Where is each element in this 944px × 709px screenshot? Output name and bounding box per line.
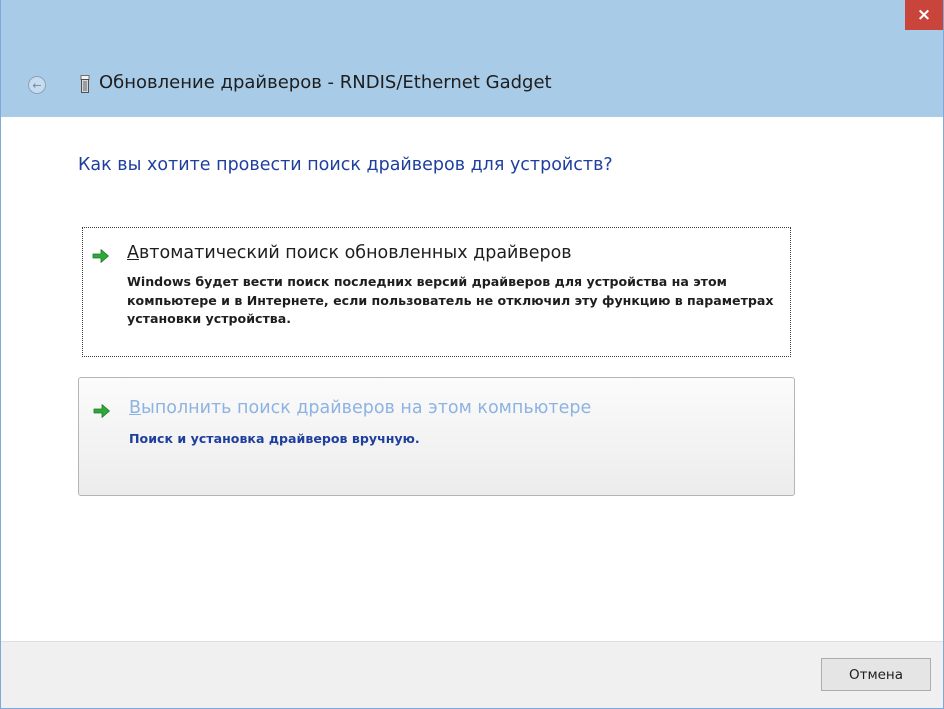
manual-search-title: Выполнить поиск драйверов на этом компью… [129,398,591,418]
close-icon: × [916,5,932,25]
manual-search-option[interactable]: Выполнить поиск драйверов на этом компью… [78,377,795,496]
driver-update-window: × ← Обновление драйверов - RNDIS/Etherne… [0,0,944,709]
close-button[interactable]: × [905,0,943,30]
page-question: Как вы хотите провести поиск драйверов д… [78,155,613,175]
manual-search-description: Поиск и установка драйверов вручную. [129,431,420,446]
back-button[interactable]: ← [28,76,46,94]
auto-search-title-rest: втоматический поиск обновленных драйверо… [138,243,572,263]
device-icon [80,75,90,93]
auto-search-title: Автоматический поиск обновленных драйвер… [127,243,572,263]
title-bar: × ← Обновление драйверов - RNDIS/Etherne… [1,0,943,117]
auto-search-option[interactable]: Автоматический поиск обновленных драйвер… [82,227,791,357]
window-title: Обновление драйверов - RNDIS/Ethernet Ga… [99,72,552,93]
manual-search-title-rest: ыполнить поиск драйверов на этом компьют… [141,398,592,418]
auto-search-accel: А [127,243,139,263]
green-arrow-icon [93,404,110,418]
cancel-button[interactable]: Отмена [821,658,931,691]
auto-search-description: Windows будет вести поиск последних верс… [127,274,774,326]
back-arrow-icon: ← [32,78,42,92]
green-arrow-icon [92,249,109,263]
manual-search-accel: В [129,398,142,418]
footer-bar: Отмена [1,641,943,708]
